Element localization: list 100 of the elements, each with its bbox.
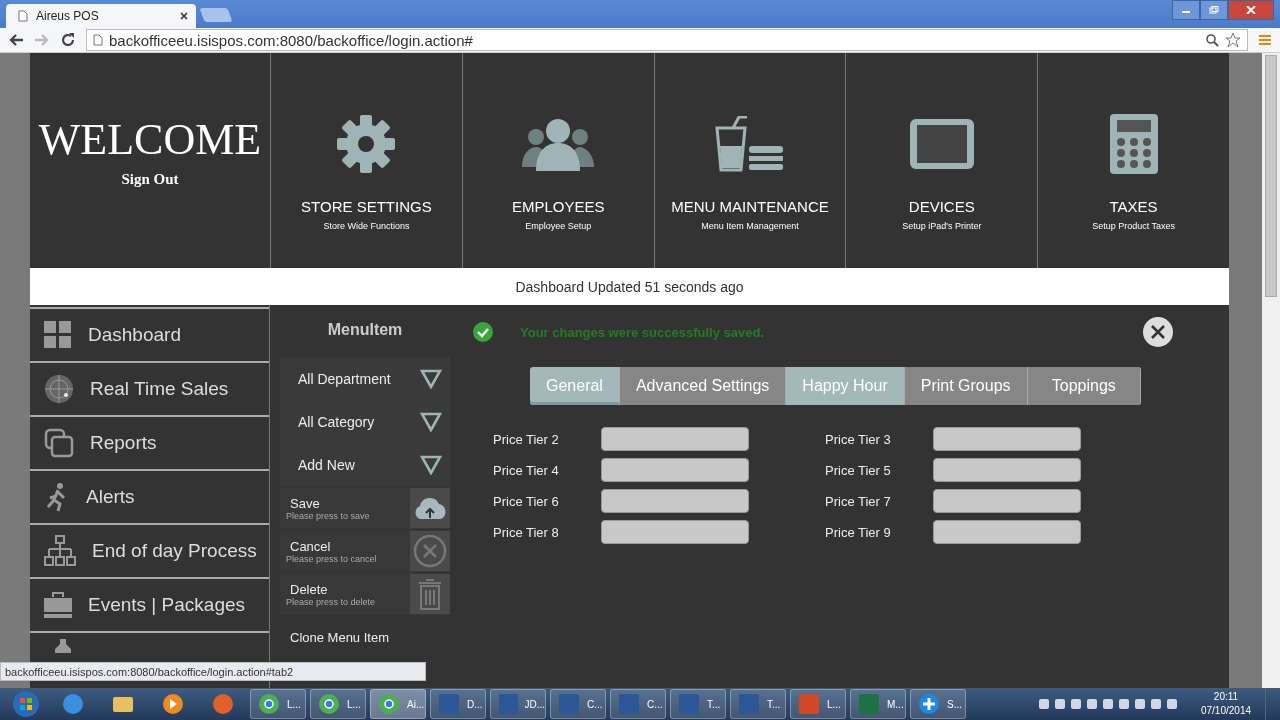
calculator-icon [1108, 113, 1159, 175]
dropdown[interactable]: All Department [280, 357, 450, 400]
sign-out-link[interactable]: Sign Out [121, 170, 179, 188]
input-field[interactable] [601, 427, 749, 451]
dropdown[interactable]: Add New [280, 443, 450, 486]
hierarchy-icon [44, 535, 76, 567]
sidebar-item[interactable]: Real Time Sales [30, 361, 269, 415]
sidebar-item[interactable]: Alerts [30, 469, 269, 523]
input-field[interactable] [933, 458, 1081, 482]
close-button[interactable] [1228, 0, 1274, 20]
app-icon [557, 692, 581, 716]
grid-icon [44, 321, 72, 349]
people-icon [520, 117, 597, 171]
input-field[interactable] [601, 458, 749, 482]
taskbar-item[interactable]: L... [310, 689, 366, 719]
taskbar-item[interactable]: S... [910, 689, 966, 719]
sidebar-item[interactable]: Events | Packages [30, 577, 269, 631]
zoom-icon[interactable] [1205, 33, 1219, 47]
taskbar-item[interactable]: Ai... [370, 689, 426, 719]
field-label: Price Tier 7 [825, 493, 892, 509]
triangle-down-icon [420, 368, 442, 389]
tab[interactable]: Toppings [1027, 367, 1141, 405]
field-label: Price Tier 4 [493, 462, 560, 478]
action-item[interactable]: Delete Please press to delete [280, 573, 450, 615]
tab[interactable]: Print Groups [904, 367, 1028, 405]
page-icon [93, 34, 103, 46]
app-icon [857, 692, 881, 716]
drink-and-burger-icon [715, 116, 785, 172]
clock[interactable]: 20:11 07/10/2014 [1191, 690, 1261, 718]
restore-icon [1209, 6, 1219, 14]
app-icon [317, 692, 341, 716]
new-tab-button[interactable] [199, 8, 233, 22]
panel-title: MenuItem [326, 321, 404, 339]
taskbar-item[interactable]: C... [550, 689, 606, 719]
trash-icon [410, 574, 450, 614]
browser-tab[interactable]: Aireus POS [6, 4, 196, 28]
success-message: Your changes were successfully saved. [520, 324, 764, 340]
field-label: Price Tier 9 [825, 524, 892, 540]
app-icon [617, 692, 641, 716]
field-label: Price Tier 6 [493, 493, 560, 509]
cloud-upload-icon [410, 488, 450, 528]
input-field[interactable] [933, 520, 1081, 544]
app-icon [437, 692, 461, 716]
copy-icon [44, 428, 74, 458]
header-tile[interactable]: EMPLOYEES Employee Setup [462, 53, 655, 268]
app-icon [677, 692, 701, 716]
triangle-down-icon [420, 411, 442, 432]
header-tile[interactable]: TAXES Setup Product Taxes [1038, 53, 1229, 268]
menu-icon[interactable] [1258, 33, 1272, 47]
app-icon [257, 692, 281, 716]
tablet-icon [908, 118, 975, 170]
restore-button[interactable] [1200, 0, 1228, 20]
input-field[interactable] [601, 489, 749, 513]
app-icon [377, 692, 401, 716]
address-bar[interactable]: backofficeeu.isispos.com:8080/backoffice/login.action# [86, 29, 1248, 51]
welcome-heading: WELCOME [38, 113, 262, 165]
check-icon [472, 321, 494, 343]
taskbar-item[interactable]: M... [850, 689, 906, 719]
gear-icon [335, 113, 398, 175]
minimize-button[interactable] [1172, 0, 1200, 20]
plus-icon [917, 692, 941, 716]
action-item[interactable]: Save Please press to save [280, 487, 450, 529]
taskbar-item[interactable]: T... [730, 689, 786, 719]
app-icon [61, 692, 85, 716]
sidebar-item[interactable]: End of day Process [30, 523, 269, 577]
taskbar-item[interactable]: JD... [490, 689, 546, 719]
app-icon [737, 692, 761, 716]
sidebar-item[interactable]: Dashboard [30, 307, 269, 361]
close-button[interactable] [1143, 317, 1173, 347]
taskbar-item[interactable]: C... [610, 689, 666, 719]
page-icon [18, 10, 28, 22]
close-icon [1246, 6, 1256, 14]
input-field[interactable] [933, 489, 1081, 513]
app-icon [497, 692, 519, 716]
tab[interactable]: Advanced Settings [619, 367, 787, 405]
field-label: Price Tier 2 [493, 431, 560, 447]
taskbar-item[interactable]: D... [430, 689, 486, 719]
input-field[interactable] [601, 520, 749, 544]
dropdown[interactable]: All Category [280, 400, 450, 443]
header-tile[interactable]: DEVICES Setup iPad's Printer [846, 53, 1039, 268]
briefcase-icon [44, 591, 72, 619]
star-icon[interactable] [1225, 32, 1241, 48]
app-icon [211, 692, 235, 716]
field-label: Price Tier 8 [493, 524, 560, 540]
app-icon [797, 692, 821, 716]
scrollbar[interactable] [1262, 53, 1280, 688]
input-field[interactable] [933, 427, 1081, 451]
action-item[interactable]: Cancel Please press to cancel [280, 530, 450, 572]
reload-icon[interactable] [60, 32, 76, 48]
field-label: Price Tier 5 [825, 462, 892, 478]
close-icon[interactable] [180, 12, 188, 20]
close-icon [1151, 325, 1165, 339]
taskbar-item[interactable]: L... [250, 689, 306, 719]
back-icon[interactable] [8, 33, 24, 47]
taskbar-item[interactable]: T... [670, 689, 726, 719]
taskbar-item[interactable]: L... [790, 689, 846, 719]
header-tile[interactable]: STORE SETTINGS Store Wide Functions [271, 53, 463, 268]
header-tile[interactable]: MENU MAINTENANCE Menu Item Management [654, 53, 847, 268]
sidebar-item[interactable]: Reports [30, 415, 269, 469]
link-preview: backofficeeu.isispos.com:8080/backoffice/login.action#tab2 [0, 662, 426, 681]
